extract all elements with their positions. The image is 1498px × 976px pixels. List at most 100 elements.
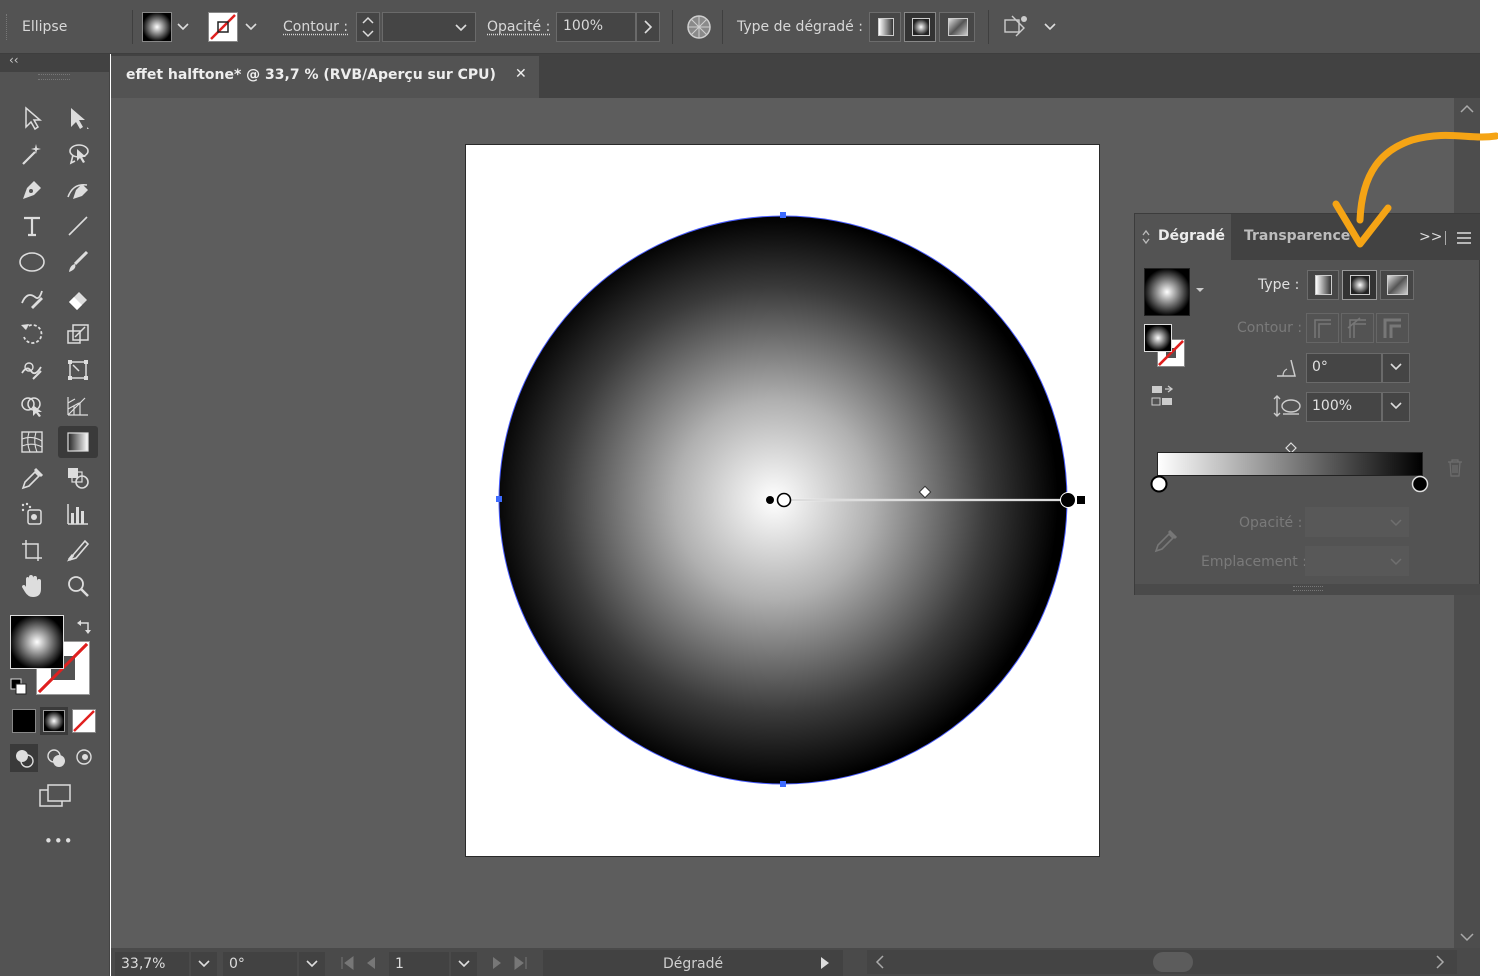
resize-grip[interactable] <box>1293 586 1323 591</box>
angle-dropdown[interactable] <box>1382 353 1410 383</box>
opacity-label[interactable]: Opacité : <box>487 19 550 35</box>
close-icon[interactable]: ✕ <box>515 66 527 82</box>
zoom-dropdown[interactable] <box>191 952 217 976</box>
pen-tool-icon[interactable] <box>14 174 50 206</box>
scroll-right-icon[interactable] <box>1435 955 1445 969</box>
anchor-point-bottom[interactable] <box>780 781 786 787</box>
scroll-up-icon[interactable] <box>1460 104 1474 114</box>
scale-tool-icon[interactable] <box>60 318 96 350</box>
blend-tool-icon[interactable] <box>60 462 96 494</box>
chevron-down-icon[interactable] <box>1042 18 1058 34</box>
color-mode-button[interactable] <box>12 709 36 733</box>
caret-down-icon[interactable] <box>1195 286 1205 294</box>
expand-toggle-icon[interactable] <box>1141 229 1151 245</box>
paintbrush-tool-icon[interactable] <box>60 246 96 278</box>
gradient-origin-dot[interactable] <box>766 496 774 504</box>
grip-handle[interactable] <box>6 14 10 40</box>
zoom-field[interactable]: 33,7% <box>115 952 189 976</box>
color-stop-black[interactable] <box>1410 474 1430 494</box>
align-options-icon[interactable] <box>1000 12 1030 42</box>
ellipse-object[interactable] <box>490 206 1090 796</box>
aspect-ratio-dropdown[interactable] <box>1382 392 1410 422</box>
eraser-tool-icon[interactable] <box>60 282 96 314</box>
draw-normal-icon[interactable] <box>10 744 38 772</box>
fill-color-swatch[interactable] <box>10 615 64 669</box>
scroll-left-icon[interactable] <box>875 955 885 969</box>
status-menu-icon[interactable] <box>819 956 831 970</box>
opacity-field[interactable]: 100% <box>556 12 636 42</box>
hand-tool-icon[interactable] <box>14 570 50 602</box>
screen-mode-icon[interactable] <box>38 782 72 810</box>
zoom-tool-icon[interactable] <box>60 570 96 602</box>
anchor-point-left[interactable] <box>496 496 502 502</box>
artboard-tool-icon[interactable] <box>14 534 50 566</box>
document-tab[interactable]: effet halftone* @ 33,7 % (RVB/Aperçu sur… <box>111 56 539 98</box>
linear-type-button[interactable] <box>1307 270 1339 300</box>
eyedropper-tool-icon[interactable] <box>14 462 50 494</box>
scroll-down-icon[interactable] <box>1460 932 1474 942</box>
gradient-tool-icon[interactable] <box>58 426 98 458</box>
anchor-point-top[interactable] <box>780 212 786 218</box>
ellipse-tool-icon[interactable] <box>14 246 50 278</box>
grip-handle[interactable] <box>38 74 70 80</box>
gradient-ramp[interactable] <box>1157 452 1423 476</box>
contour-weight-field[interactable] <box>382 12 476 42</box>
rotation-field[interactable]: 0° <box>223 952 297 976</box>
artboard-number-field[interactable]: 1 <box>389 952 449 976</box>
radial-type-button[interactable] <box>1342 270 1377 300</box>
swap-fill-stroke-icon[interactable] <box>76 617 94 635</box>
fill-swatch[interactable] <box>142 12 172 42</box>
chevron-down-icon[interactable] <box>453 19 469 35</box>
status-info-field[interactable]: Dégradé <box>543 950 843 976</box>
horizontal-scrollbar[interactable] <box>867 950 1457 974</box>
previous-artboard-icon[interactable] <box>365 956 377 970</box>
opacity-expand-button[interactable] <box>636 12 660 42</box>
lasso-tool-icon[interactable] <box>60 138 96 170</box>
warp-tool-icon[interactable] <box>14 354 50 386</box>
recolor-artwork-icon[interactable] <box>685 13 713 41</box>
freeform-gradient-button[interactable] <box>939 12 975 42</box>
collapse-icon[interactable]: ‹‹ <box>9 53 19 67</box>
type-tool-icon[interactable] <box>14 210 50 242</box>
chevron-down-icon[interactable] <box>243 18 259 34</box>
aspect-ratio-field[interactable]: 100% <box>1306 392 1382 422</box>
stroke-swatch[interactable] <box>208 12 238 42</box>
default-colors-icon[interactable] <box>10 678 28 696</box>
more-tools-icon[interactable]: ••• <box>44 832 74 850</box>
magic-wand-icon[interactable] <box>14 138 50 170</box>
fill-mini-swatch[interactable] <box>1144 324 1172 352</box>
line-segment-tool-icon[interactable] <box>60 210 96 242</box>
tab-gradient[interactable]: Dégradé <box>1135 214 1231 260</box>
direct-selection-tool-icon[interactable] <box>60 102 96 134</box>
last-artboard-icon[interactable] <box>513 956 529 970</box>
column-graph-tool-icon[interactable] <box>60 498 96 530</box>
artboard-dropdown[interactable] <box>451 952 477 976</box>
rotate-tool-icon[interactable] <box>14 318 50 350</box>
contour-stepper[interactable] <box>356 12 380 42</box>
color-stop-white[interactable] <box>1149 474 1169 494</box>
draw-behind-icon[interactable] <box>42 744 70 772</box>
shaper-tool-icon[interactable] <box>14 282 50 314</box>
gradient-preview-swatch[interactable] <box>1144 268 1190 316</box>
linear-gradient-button[interactable] <box>869 12 901 42</box>
slice-tool-icon[interactable] <box>60 534 96 566</box>
next-artboard-icon[interactable] <box>491 956 503 970</box>
gradient-radius-handle[interactable] <box>1077 496 1085 504</box>
contour-label[interactable]: Contour : <box>283 19 348 35</box>
selection-tool-icon[interactable] <box>14 102 50 134</box>
curvature-tool-icon[interactable] <box>60 174 96 206</box>
first-artboard-icon[interactable] <box>339 956 355 970</box>
chevron-down-icon[interactable] <box>175 18 191 34</box>
scroll-thumb[interactable] <box>1153 952 1193 972</box>
reverse-gradient-icon[interactable] <box>1150 384 1176 408</box>
freeform-type-button[interactable] <box>1380 270 1414 300</box>
shape-builder-tool-icon[interactable] <box>14 390 50 422</box>
perspective-grid-tool-icon[interactable] <box>60 390 96 422</box>
gradient-mode-button[interactable] <box>40 707 68 735</box>
angle-field[interactable]: 0° <box>1306 353 1382 383</box>
rotation-dropdown[interactable] <box>299 952 325 976</box>
draw-inside-icon[interactable] <box>72 744 100 772</box>
radial-gradient-button[interactable] <box>904 12 936 42</box>
mesh-tool-icon[interactable] <box>14 426 50 458</box>
gradient-end-stop[interactable] <box>1060 492 1076 508</box>
